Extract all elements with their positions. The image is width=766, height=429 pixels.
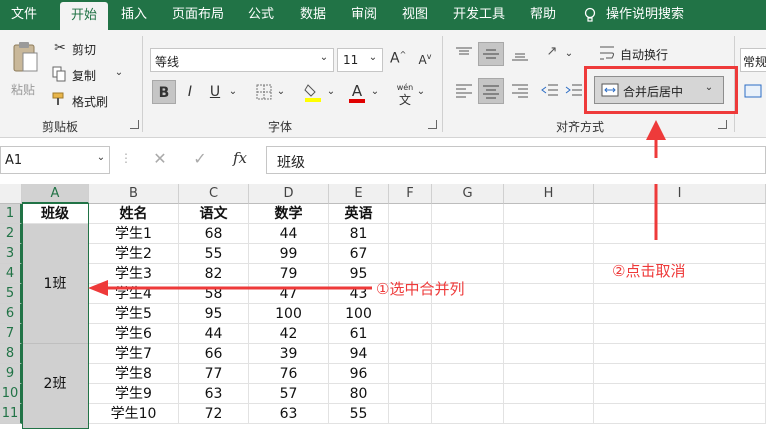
tab-home[interactable]: 开始 (60, 2, 108, 30)
orientation-icon[interactable]: ↗ (540, 44, 564, 59)
font-color-glyph: A (351, 82, 363, 100)
annotation-step2: ②点击取消 (612, 262, 686, 280)
cancel-icon[interactable]: ✕ (150, 149, 170, 168)
tab-view[interactable]: 视图 (394, 0, 436, 30)
paste-label: 粘贴 (11, 83, 36, 97)
highlight-merge-center (584, 66, 738, 114)
align-middle-icon (483, 49, 499, 59)
divider (442, 36, 443, 132)
font-group-label: 字体 (267, 120, 292, 134)
tab-file[interactable]: 文件 (4, 0, 44, 30)
chevron-down-icon[interactable]: ⌄ (416, 86, 426, 97)
phonetic-glyph: 文 (398, 93, 411, 107)
scissors-icon: ✂ (54, 40, 66, 56)
format-painter-button[interactable]: 格式刷 (72, 93, 108, 110)
tab-data[interactable]: 数据 (292, 0, 334, 30)
chevron-down-icon[interactable]: ⌄ (370, 86, 380, 97)
divider (142, 36, 143, 132)
align-middle-button[interactable] (478, 42, 504, 66)
tab-page-layout[interactable]: 页面布局 (164, 0, 232, 30)
increase-indent-icon[interactable] (564, 82, 584, 100)
font-color-swatch (349, 99, 365, 103)
tab-help[interactable]: 帮助 (522, 0, 564, 30)
insert-function-button[interactable]: fx (228, 149, 252, 167)
align-left-icon[interactable] (454, 82, 474, 100)
phonetic-guide-button[interactable]: wén 文 (396, 80, 414, 106)
clipboard-group-label: 剪贴板 (41, 120, 78, 134)
tell-me-search[interactable]: 操作说明搜索 (606, 0, 706, 30)
annotation-step1: ①选中合并列 (376, 280, 465, 298)
number-format-select[interactable]: 常规 (740, 48, 766, 72)
accounting-format-icon[interactable] (744, 82, 764, 100)
paste-button[interactable]: 粘贴 (6, 36, 42, 108)
clipboard-launcher-icon[interactable] (130, 120, 139, 129)
chevron-down-icon: ⌄ (96, 152, 106, 163)
tab-developer[interactable]: 开发工具 (446, 0, 512, 30)
tab-insert[interactable]: 插入 (114, 0, 154, 30)
annotation-arrows (88, 184, 658, 296)
bold-glyph: B (158, 85, 170, 101)
format-painter-icon (52, 92, 64, 105)
chevron-down-icon[interactable]: ⌄ (114, 67, 124, 78)
chevron-down-icon[interactable]: ⌄ (326, 86, 336, 97)
alignment-launcher-icon[interactable] (718, 120, 727, 129)
font-launcher-icon[interactable] (428, 120, 437, 129)
shrink-font-button[interactable]: Av (418, 52, 432, 67)
align-bottom-icon[interactable] (510, 46, 530, 62)
alignment-group-label: 对齐方式 (555, 120, 604, 134)
ribbon-tab-bar: 文件 开始 插入 页面布局 公式 数据 审阅 视图 开发工具 帮助 操作说明搜索 (0, 0, 766, 30)
borders-icon[interactable] (256, 84, 272, 100)
decrease-indent-icon[interactable] (540, 82, 560, 100)
bold-button[interactable]: B (152, 80, 176, 104)
arrow-up-head (646, 120, 666, 158)
align-top-icon[interactable] (454, 46, 474, 62)
wrap-text-button[interactable]: 自动换行 (620, 46, 668, 63)
wrap-text-icon (600, 46, 614, 60)
shrink-font-glyph: A (418, 53, 427, 67)
copy-icon (52, 66, 66, 82)
grow-font-button[interactable]: A^ (390, 50, 406, 67)
tab-formulas[interactable]: 公式 (240, 0, 282, 30)
font-size-value: 11 (343, 53, 359, 67)
name-box-value: A1 (5, 153, 23, 168)
chevron-down-icon: ⌄ (368, 52, 378, 63)
cut-button[interactable]: 剪切 (72, 41, 96, 58)
tab-review[interactable]: 审阅 (343, 0, 385, 30)
formula-input-value: 班级 (277, 155, 305, 171)
worksheet-grid: A B C D E F G H I 1 2 3 4 5 6 7 8 9 10 1… (0, 184, 766, 429)
copy-button[interactable]: 复制 (72, 67, 96, 84)
name-box[interactable]: A1 ⌄ (0, 146, 110, 174)
chevron-down-icon[interactable]: ⌄ (276, 86, 286, 97)
number-format-value: 常规 (743, 55, 766, 69)
font-size-select[interactable]: 11 ⌄ (337, 48, 383, 72)
more-dots-icon: ⋮ (120, 151, 132, 165)
underline-button[interactable]: U (206, 84, 224, 100)
align-right-icon[interactable] (510, 82, 530, 100)
font-name-value: 等线 (155, 55, 180, 69)
enter-icon[interactable]: ✓ (190, 149, 210, 168)
font-color-button[interactable]: A (346, 80, 368, 104)
arrow-head (88, 280, 108, 296)
align-center-icon (483, 85, 499, 99)
italic-button[interactable]: I (180, 84, 200, 100)
font-name-select[interactable]: 等线 ⌄ (150, 48, 334, 72)
align-center-button[interactable] (478, 78, 504, 104)
chevron-down-icon: ⌄ (319, 52, 329, 63)
formula-input[interactable]: 班级 (266, 146, 766, 174)
grow-font-glyph: A (390, 50, 400, 67)
fill-color-icon[interactable] (304, 82, 322, 102)
paste-icon (13, 42, 38, 72)
chevron-down-icon[interactable]: ⌄ (564, 48, 574, 59)
chevron-down-icon[interactable]: ⌄ (228, 86, 238, 97)
lightbulb-icon (584, 7, 596, 22)
